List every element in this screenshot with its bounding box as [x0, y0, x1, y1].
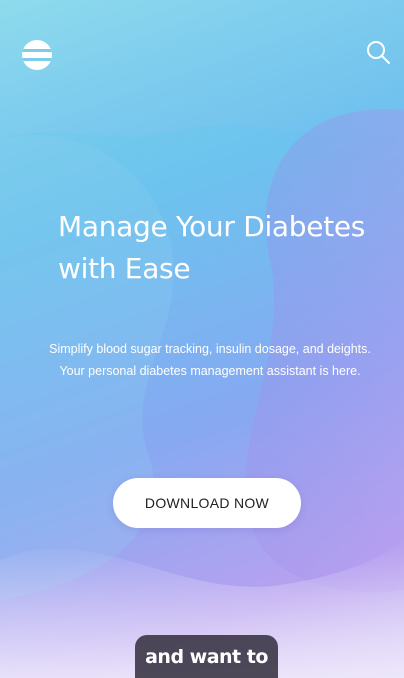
- search-icon: [367, 41, 390, 64]
- hero-title-line-1: Manage Your Diabetes: [58, 210, 366, 243]
- hero-subtitle-line-2: Your personal diabetes management assist…: [59, 364, 361, 378]
- hero-title-line-2: with Ease: [58, 252, 191, 285]
- download-now-button[interactable]: DOWNLOAD NOW: [113, 478, 301, 528]
- video-caption: and want to: [135, 635, 278, 678]
- hero-title: Manage Your Diabetes with Ease: [58, 206, 388, 290]
- hero-subtitle: Simplify blood sugar tracking, insulin d…: [40, 338, 380, 382]
- menu-button[interactable]: [22, 40, 54, 70]
- download-now-label: DOWNLOAD NOW: [144, 495, 270, 511]
- app-screen: Manage Your Diabetes with Ease Simplify …: [0, 0, 404, 678]
- hero-subtitle-line-1: Simplify blood sugar tracking, insulin d…: [49, 342, 371, 356]
- video-caption-text: and want to: [145, 645, 268, 668]
- menu-icon: [22, 40, 52, 70]
- search-button[interactable]: [364, 38, 392, 66]
